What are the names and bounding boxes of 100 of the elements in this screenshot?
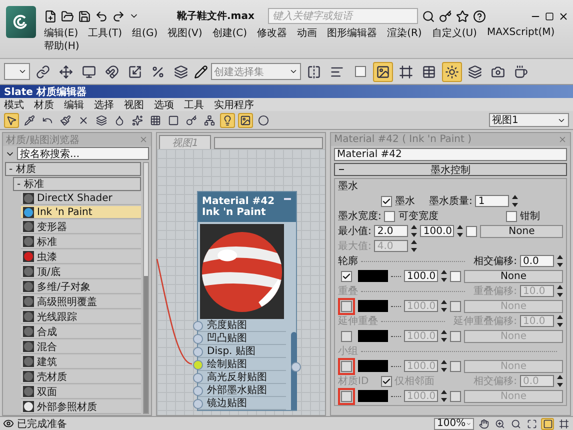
hand-icon[interactable] — [477, 418, 490, 430]
new-file-icon[interactable] — [44, 10, 57, 22]
material-item[interactable]: 建筑 — [21, 355, 141, 369]
color-swatch[interactable] — [358, 300, 388, 312]
group-header[interactable]: - 标准 — [13, 177, 141, 191]
input-socket[interactable] — [193, 386, 203, 396]
checkbox[interactable] — [450, 270, 461, 282]
material-item[interactable]: 虫漆 — [21, 250, 141, 264]
network-icon[interactable] — [202, 112, 217, 128]
number-field[interactable]: 2.0 — [374, 225, 408, 237]
material-item[interactable]: 外部参照材质 — [21, 400, 141, 414]
menu-item[interactable]: 创建(C) — [212, 26, 248, 40]
rollout-header[interactable]: 墨水控制 — [334, 163, 567, 176]
menu-item[interactable]: 实用程序 — [214, 98, 254, 112]
layers-icon[interactable] — [94, 112, 109, 128]
menu-item[interactable]: 组(G) — [132, 26, 158, 40]
menu-item[interactable]: 视图 — [124, 98, 144, 112]
material-item[interactable]: Ink 'n Paint — [21, 206, 141, 219]
brush-icon[interactable] — [58, 112, 73, 128]
close-icon[interactable] — [558, 10, 569, 22]
pencil-icon[interactable] — [194, 64, 208, 78]
pipette-icon[interactable] — [22, 112, 37, 128]
input-socket[interactable] — [193, 334, 203, 344]
key-icon[interactable] — [184, 112, 199, 128]
menu-item[interactable]: 动画 — [297, 26, 318, 40]
material-item[interactable]: 光线跟踪 — [21, 310, 141, 324]
search-field[interactable]: 按名称搜索... — [17, 147, 149, 160]
menu-item[interactable]: 编辑 — [64, 98, 84, 112]
maximize-icon[interactable] — [525, 418, 538, 430]
circle-icon[interactable] — [256, 112, 271, 128]
frame-icon[interactable] — [557, 418, 570, 430]
bulb-icon[interactable] — [220, 112, 235, 128]
view-dropdown[interactable]: 视图1 — [489, 113, 569, 127]
image-icon[interactable] — [373, 62, 393, 82]
spinner-arrows-icon[interactable] — [411, 240, 418, 252]
zoom-region-icon[interactable] — [509, 418, 522, 430]
sun-icon[interactable] — [442, 62, 462, 82]
color-swatch[interactable] — [358, 360, 388, 372]
material-item[interactable]: DirectX Shader — [21, 192, 141, 205]
color-swatch[interactable] — [358, 330, 388, 342]
scrollbar[interactable] — [143, 162, 149, 414]
material-item[interactable]: 标准 — [21, 235, 141, 249]
material-name-field[interactable]: Material #42 — [334, 148, 567, 161]
material-item[interactable]: 高级照明覆盖 — [21, 295, 141, 309]
redo-icon[interactable] — [112, 10, 125, 22]
checkbox[interactable] — [341, 270, 352, 282]
output-connector[interactable] — [291, 332, 301, 410]
spinner-arrows-icon[interactable] — [512, 195, 518, 207]
color-swatch[interactable] — [358, 390, 388, 402]
menu-item[interactable]: 图形编辑器 — [327, 26, 378, 40]
checkbox[interactable] — [384, 210, 396, 222]
menu-item[interactable]: 渲染(R) — [387, 26, 422, 40]
menu-item[interactable]: 修改器 — [257, 26, 288, 40]
search-icon[interactable] — [422, 10, 436, 22]
material-item[interactable]: 多维/子对象 — [21, 280, 141, 294]
save-icon[interactable] — [78, 10, 91, 22]
app-logo-icon[interactable] — [6, 6, 36, 38]
square-icon[interactable] — [541, 418, 554, 430]
input-socket[interactable] — [193, 320, 203, 330]
number-field[interactable]: 100.0 — [420, 225, 454, 237]
help-icon[interactable] — [473, 10, 486, 22]
input-socket[interactable] — [193, 398, 203, 408]
menu-item[interactable]: 视图(V) — [168, 26, 202, 40]
menu-item[interactable]: 模式 — [4, 98, 24, 112]
zoom-icon[interactable] — [493, 418, 506, 430]
key-icon[interactable] — [439, 10, 452, 22]
eye-icon[interactable] — [3, 418, 14, 429]
caret-icon[interactable] — [18, 67, 27, 76]
menu-item[interactable]: 编辑(E) — [44, 26, 78, 40]
cursor-icon[interactable] — [4, 112, 19, 128]
material-item[interactable]: 合成 — [21, 325, 141, 339]
maximize-icon[interactable] — [545, 12, 554, 20]
menu-item[interactable]: MAXScript(M) — [486, 27, 555, 38]
group-header[interactable]: - 材质 — [5, 162, 141, 176]
caret-icon[interactable] — [289, 67, 298, 76]
undo-icon[interactable] — [95, 10, 108, 22]
color-swatch[interactable] — [358, 270, 388, 282]
folder-icon[interactable] — [61, 10, 74, 22]
number-field[interactable]: 0.0 — [520, 255, 554, 267]
menu-item[interactable]: 帮助(H) — [44, 38, 80, 52]
material-item[interactable]: 壳材质 — [21, 370, 141, 384]
star-icon[interactable] — [456, 10, 470, 22]
map-button[interactable]: None — [464, 270, 563, 282]
number-field[interactable]: 100.0 — [404, 270, 438, 282]
material-item[interactable]: 顶/底 — [21, 265, 141, 279]
checkbox[interactable] — [506, 210, 517, 222]
material-item[interactable]: 变形器 — [21, 220, 141, 234]
menu-item[interactable]: 材质 — [34, 98, 54, 112]
zoom-dropdown[interactable]: 100% — [434, 418, 474, 430]
map-button[interactable]: None — [480, 224, 563, 238]
image-icon[interactable] — [238, 112, 253, 128]
input-socket[interactable] — [193, 346, 203, 356]
material-item[interactable]: 混合 — [21, 340, 141, 354]
menu-item[interactable]: 选项 — [154, 98, 174, 112]
menu-item[interactable]: 工具 — [184, 98, 204, 112]
sparkles-icon[interactable] — [130, 112, 145, 128]
number-field[interactable]: 1 — [475, 195, 510, 207]
menu-item[interactable]: 选择 — [94, 98, 114, 112]
menu-item[interactable]: 工具(T) — [88, 26, 122, 40]
input-socket[interactable] — [193, 372, 203, 382]
